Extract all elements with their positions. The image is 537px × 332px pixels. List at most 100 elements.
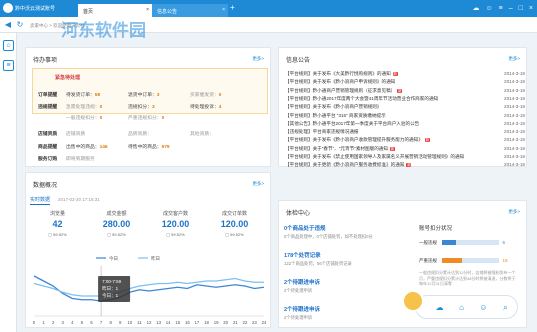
news-item[interactable]: 【平台规则】黔小通商户营销管理规则（征求意见稿）新 2014-3-19 bbox=[285, 88, 525, 94]
menu-icon[interactable]: ≡ bbox=[499, 4, 503, 14]
pending-item-label: 一般违规扣分： bbox=[66, 116, 100, 121]
pending-item[interactable]: 退货中订单：3 bbox=[128, 91, 186, 98]
tab-announcements-label: 信息公告 bbox=[157, 9, 178, 15]
close-icon[interactable]: × bbox=[222, 7, 225, 13]
severe-value: 18 bbox=[502, 258, 508, 263]
pending-item[interactable]: 急需处理违规：0 bbox=[66, 103, 124, 110]
news-item[interactable]: 【平台规则】关于"春节"、"元宵节"素材图版的通知新 2014-3-19 bbox=[285, 146, 525, 152]
tab-home[interactable]: 首页 × bbox=[78, 4, 152, 17]
pending-item-label: 买家催发货： bbox=[190, 93, 219, 98]
news-more-link[interactable]: 更多> bbox=[508, 56, 520, 62]
row-head: 店铺资质 bbox=[38, 132, 58, 137]
x-tick-label: 3 bbox=[62, 320, 65, 325]
health-item-sub: 2个待处理申诉 bbox=[284, 288, 313, 293]
pending-item[interactable]: 违规扣分：3 bbox=[128, 103, 186, 110]
health-item[interactable]: 2个待跟进申诉 2个待处理申诉 bbox=[284, 305, 320, 321]
pending-item[interactable]: 出售中的商品：146 bbox=[66, 143, 124, 150]
pending-item-label: 待处理投诉： bbox=[190, 105, 219, 110]
news-item[interactable]: 【平台规则】关于发布《黔小浪商户收款管理提升服务能力的通知》新 2014-3-19 bbox=[285, 137, 525, 143]
health-more-link[interactable]: 更多> bbox=[508, 209, 520, 215]
tooltip-yesterday: 昨日：1 bbox=[102, 285, 118, 292]
x-tick-label: 18 bbox=[204, 320, 209, 325]
pending-item[interactable]: 即将到期服务 bbox=[66, 155, 124, 162]
severe-bar-bg bbox=[462, 258, 500, 264]
pending-item[interactable]: 其他资质： bbox=[190, 130, 248, 137]
news-item[interactable]: 【平台规则】黔小通2017年度两个大会暨41周年节活动营业合作商家的通知 2014… bbox=[285, 96, 525, 102]
health-item[interactable]: 0个商品处于违规 0个商品处理中，0个店铺处罚，如不处理扣0分 bbox=[284, 224, 373, 240]
pending-item[interactable]: 待售中的商品：579 bbox=[128, 143, 186, 150]
news-date: 2014-3-19 bbox=[504, 129, 525, 135]
user-icon[interactable]: ☺ bbox=[478, 302, 489, 313]
news-date: 2014-3-19 bbox=[504, 162, 525, 168]
pending-item[interactable]: 买家催发货：0 bbox=[190, 91, 248, 98]
app-logo-icon bbox=[3, 3, 13, 13]
shop-icon[interactable]: ⌂ bbox=[456, 302, 467, 313]
maximize-icon[interactable]: □ bbox=[519, 4, 523, 14]
stat-pct: ▢ 59.52% bbox=[48, 232, 67, 237]
back-icon[interactable]: ◀ bbox=[3, 20, 13, 30]
news-item[interactable]: 【其他公告】黔小通平台2017年第一季度关于平台商户入驻的公告 2014-3-19 bbox=[285, 121, 525, 127]
search-icon[interactable]: ⌕ bbox=[500, 302, 511, 313]
mascot-avatar[interactable] bbox=[402, 290, 424, 312]
pending-more-link[interactable]: 更多> bbox=[252, 56, 264, 62]
home-icon[interactable]: ⌂ bbox=[3, 40, 14, 51]
news-item[interactable]: 【平台规则】关于发布《黔小浪商户申诉规则》的通知 2014-3-19 bbox=[285, 79, 525, 85]
pending-item-value: 0 bbox=[218, 93, 222, 98]
general-bar-bg bbox=[456, 240, 500, 246]
chat-icon[interactable]: ☁ bbox=[434, 302, 445, 313]
new-tab-icon[interactable]: + bbox=[230, 4, 235, 12]
pending-item-label: 待发货订单： bbox=[66, 93, 95, 98]
user-icon[interactable]: ☺ bbox=[486, 4, 493, 14]
health-item[interactable]: 178个处罚记录 122个商品处罚，56个店铺处罚记录 bbox=[284, 251, 352, 267]
pending-item[interactable]: 严重违规扣分：0 bbox=[128, 114, 186, 121]
pending-item[interactable]: 店铺资质 bbox=[66, 130, 124, 137]
stat-label: 成交订单数 bbox=[221, 211, 247, 217]
urgent-title: 紧急待处理 bbox=[55, 75, 81, 81]
close-icon[interactable]: × bbox=[529, 4, 533, 14]
pending-item-label: 品牌资质： bbox=[128, 132, 152, 137]
pending-item-value: 146 bbox=[99, 145, 108, 150]
row-head: 服务订购 bbox=[38, 157, 58, 162]
pending-item[interactable]: 待处理投诉：4 bbox=[190, 103, 248, 110]
stat-pct: ▢ 59.52% bbox=[166, 232, 185, 237]
health-item[interactable]: 2个待跟进申诉 2个待处理申诉 bbox=[284, 278, 320, 294]
pending-item-value: 0 bbox=[99, 116, 103, 121]
news-item[interactable]: 【平台规则】关于更新《黔小浪商户服务收费标准》的通知新 2014-3-19 bbox=[285, 162, 525, 168]
stat-pct: ▢ 59.52% bbox=[225, 232, 244, 237]
tab-announcements[interactable]: 信息公告 × bbox=[152, 4, 228, 17]
pending-title: 待办事项 bbox=[33, 58, 58, 64]
pending-item-value: 0 bbox=[99, 105, 103, 110]
x-tick-label: 14 bbox=[166, 320, 171, 325]
x-tick-label: 15 bbox=[175, 320, 180, 325]
news-item[interactable]: 【平台规则】关于发布《禁止使用国家领导人及家属名义开展营销活动管理规则》的通知 2… bbox=[285, 154, 525, 160]
news-title: 信息公告 bbox=[286, 58, 311, 64]
general-value: 6 bbox=[502, 240, 506, 245]
stat-label: 浏览量 bbox=[49, 211, 65, 217]
pending-item-label: 待售中的商品： bbox=[128, 145, 162, 150]
health-item-title: 178个处罚记录 bbox=[284, 253, 321, 259]
tooltip-today: 今日：1 bbox=[102, 292, 118, 299]
news-item[interactable]: 【平台规则】关于发布《黔小浪商户营销规则》 2014-3-19 bbox=[285, 104, 525, 110]
pending-item-label: 退货中订单： bbox=[128, 93, 157, 98]
minimize-icon[interactable]: – bbox=[509, 4, 513, 14]
news-text: 【平台规则】关于发布《黔小浪商户申诉规则》的通知 bbox=[285, 79, 396, 85]
tab-realtime[interactable]: 实时数据 bbox=[30, 196, 51, 205]
news-item[interactable]: 【违规处理】平台商家违规情况通报 2014-3-19 bbox=[285, 129, 525, 135]
data-overview-more-link[interactable]: 更多> bbox=[252, 181, 264, 187]
stat-value: 120.00 bbox=[161, 219, 190, 229]
chat-icon[interactable]: ☁ bbox=[473, 4, 480, 14]
pending-item[interactable]: 品牌资质： bbox=[128, 130, 186, 137]
pending-item[interactable]: 待发货订单：58 bbox=[66, 91, 124, 98]
traffic-line-chart: 今日 昨日 0 1 2 3 4 5 6 7 8 9 10 11 12 13 14 15 16 17 18 19 20 21 2… bbox=[33, 255, 267, 325]
news-text: 【平台规则】关于发布《黔小浪商户收款管理提升服务能力的通知》 bbox=[285, 137, 423, 143]
close-icon[interactable]: × bbox=[146, 7, 149, 13]
pending-row: 订单提醒 待发货订单：58 退货中订单：3 买家催发货：0 bbox=[38, 91, 252, 98]
pending-item[interactable]: 一般违规扣分：0 bbox=[66, 114, 124, 121]
refresh-icon[interactable]: ↻ bbox=[15, 20, 25, 30]
message-icon[interactable]: ≡ bbox=[3, 60, 14, 71]
violation-description: 一般违规扣分累计达到12分时，店铺将被限制发布一个月，严重违规扣分累计达到48分… bbox=[419, 270, 516, 286]
news-item[interactable]: 【平台规则】关于发布《大美黔行悦购规则》的通知新 2014-3-19 bbox=[285, 71, 525, 77]
hot-badge-icon: 新 bbox=[397, 88, 403, 93]
floating-toolbar: ☁ ⌂ ☺ ⌕ bbox=[415, 295, 518, 319]
news-item[interactable]: 【平台规则】黔小通平台 "315" 商家资质缴纳提示 2014-3-19 bbox=[285, 113, 525, 119]
